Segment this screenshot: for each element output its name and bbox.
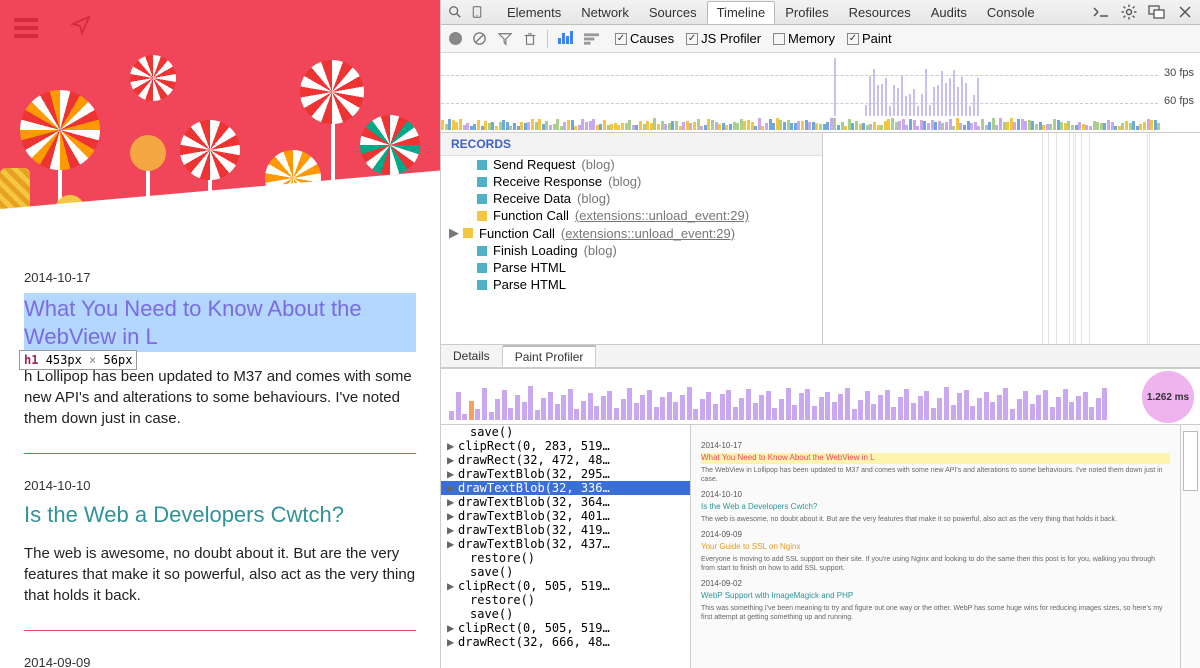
trash-icon[interactable] <box>522 31 537 46</box>
timeline-toolbar: Causes JS Profiler Memory Paint <box>441 25 1200 53</box>
paint-op[interactable]: ▶drawTextBlob(32, 336… <box>441 481 690 495</box>
paint-time-bubble: 1.262 ms <box>1142 371 1194 423</box>
paint-op[interactable]: ▶clipRect(0, 505, 519… <box>441 579 690 593</box>
paint-op[interactable]: ▶drawTextBlob(32, 437… <box>441 537 690 551</box>
paint-op[interactable]: save() <box>441 565 690 579</box>
preview-scrollbar[interactable] <box>1180 425 1200 668</box>
paint-op[interactable]: save() <box>441 607 690 621</box>
devtools-tabbar: ElementsNetworkSourcesTimelineProfilesRe… <box>441 0 1200 25</box>
paint-op[interactable]: ▶drawRect(32, 472, 48… <box>441 453 690 467</box>
record-row[interactable]: Finish Loading (blog) <box>441 242 822 259</box>
record-row[interactable]: Send Request (blog) <box>441 156 822 173</box>
subtab-paint-profiler[interactable]: Paint Profiler <box>503 345 597 367</box>
check-paint[interactable]: Paint <box>847 31 892 46</box>
post-title[interactable]: Is the Web a Developers Cwtch? <box>24 501 416 529</box>
records-panel: RECORDS Send Request (blog)Receive Respo… <box>441 133 823 344</box>
drawer-icon[interactable] <box>1092 3 1110 21</box>
paint-op[interactable]: ▶drawRect(32, 666, 48… <box>441 635 690 649</box>
post-date: 2014-10-10 <box>24 478 416 493</box>
check-memory[interactable]: Memory <box>773 31 835 46</box>
fps-60-label: 60 fps <box>1164 95 1194 107</box>
post-list: 2014-10-17 What You Need to Know About t… <box>0 260 440 668</box>
paint-op[interactable]: restore() <box>441 593 690 607</box>
nav-arrow-icon[interactable] <box>70 14 98 38</box>
dock-icon[interactable] <box>1148 3 1166 21</box>
post-item: 2014-10-10 Is the Web a Developers Cwtch… <box>24 468 416 630</box>
record-row[interactable]: Receive Response (blog) <box>441 173 822 190</box>
post-divider <box>24 630 416 631</box>
subtab-details[interactable]: Details <box>441 346 503 366</box>
record-row[interactable]: ▶Function Call (extensions::unload_event… <box>441 224 822 242</box>
post-item: 2014-09-09 Your Guide to SSL on Nginx Ev… <box>24 645 416 668</box>
tab-network[interactable]: Network <box>571 1 639 24</box>
paint-op[interactable]: ▶drawTextBlob(32, 401… <box>441 509 690 523</box>
paint-op[interactable]: ▶drawTextBlob(32, 364… <box>441 495 690 509</box>
detail-subtabs: Details Paint Profiler <box>441 344 1200 368</box>
paint-op[interactable]: ▶clipRect(0, 505, 519… <box>441 621 690 635</box>
post-date: 2014-10-17 <box>24 270 416 285</box>
gear-icon[interactable] <box>1120 3 1138 21</box>
fps-30-label: 30 fps <box>1164 67 1194 79</box>
view-mode-bars[interactable] <box>558 31 574 47</box>
filter-icon[interactable] <box>497 31 512 46</box>
paint-op[interactable]: restore() <box>441 551 690 565</box>
record-row[interactable]: Receive Data (blog) <box>441 190 822 207</box>
clear-icon[interactable] <box>472 31 487 46</box>
devtools-panel: ElementsNetworkSourcesTimelineProfilesRe… <box>440 0 1200 668</box>
tab-resources[interactable]: Resources <box>839 1 921 24</box>
tab-console[interactable]: Console <box>977 1 1045 24</box>
check-js-profiler[interactable]: JS Profiler <box>686 31 761 46</box>
records-header: RECORDS <box>441 133 822 156</box>
hamburger-icon[interactable] <box>14 14 42 38</box>
record-row[interactable]: Parse HTML <box>441 259 822 276</box>
paint-op[interactable]: ▶drawTextBlob(32, 419… <box>441 523 690 537</box>
tab-sources[interactable]: Sources <box>639 1 707 24</box>
tab-elements[interactable]: Elements <box>497 1 571 24</box>
record-row[interactable]: Function Call (extensions::unload_event:… <box>441 207 822 224</box>
paint-op[interactable]: ▶drawTextBlob(32, 295… <box>441 467 690 481</box>
flame-chart[interactable]: ▷ <box>823 133 1200 344</box>
paint-profiler-panel: 1.262 ms save()▶clipRect(0, 283, 519…▶dr… <box>441 368 1200 668</box>
tab-timeline[interactable]: Timeline <box>707 1 776 24</box>
record-row[interactable]: Parse HTML <box>441 276 822 293</box>
paint-op[interactable]: save() <box>441 425 690 439</box>
post-divider <box>24 453 416 454</box>
paint-preview: 2014-10-17What You Need to Know About th… <box>691 425 1180 668</box>
view-mode-flame[interactable] <box>584 31 599 46</box>
post-body: The web is awesome, no doubt about it. B… <box>24 543 416 606</box>
tab-profiles[interactable]: Profiles <box>775 1 838 24</box>
tab-audits[interactable]: Audits <box>921 1 977 24</box>
record-button[interactable] <box>449 32 462 45</box>
close-icon[interactable] <box>1176 3 1194 21</box>
post-body: h Lollipop has been updated to M37 and c… <box>24 366 416 429</box>
paint-op[interactable]: ▶clipRect(0, 283, 519… <box>441 439 690 453</box>
search-icon[interactable] <box>447 4 463 20</box>
post-date: 2014-09-09 <box>24 655 416 668</box>
paint-ops-list[interactable]: save()▶clipRect(0, 283, 519…▶drawRect(32… <box>441 425 691 668</box>
paint-cost-chart[interactable]: 1.262 ms <box>441 369 1200 425</box>
fps-overview[interactable]: 30 fps 60 fps <box>441 53 1200 133</box>
check-causes[interactable]: Causes <box>615 31 674 46</box>
post-title[interactable]: What You Need to Know About the WebView … <box>24 293 416 352</box>
element-tooltip: h1 453px × 56px <box>19 350 137 370</box>
hero-banner <box>0 0 440 260</box>
website-panel: 2014-10-17 What You Need to Know About t… <box>0 0 440 668</box>
device-icon[interactable] <box>469 4 485 20</box>
